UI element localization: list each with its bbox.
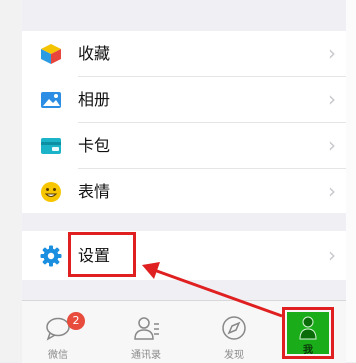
chevron-right-icon: › — [328, 133, 336, 157]
tab-label: 通讯录 — [131, 350, 161, 361]
menu-group-1: 收藏 › 相册 › 卡包 › 表情 › — [22, 31, 346, 213]
menu-item-label: 表情 — [78, 182, 111, 201]
menu-item-label: 相册 — [78, 90, 111, 109]
unread-badge: 2 — [67, 312, 85, 330]
tab-chats[interactable]: 2 微信 — [22, 301, 94, 363]
menu-item-label: 收藏 — [78, 44, 111, 63]
tab-contacts[interactable]: 通讯录 — [110, 301, 182, 363]
card-wallet-icon — [41, 138, 61, 154]
menu-item-label: 卡包 — [78, 136, 111, 155]
chevron-right-icon: › — [328, 179, 336, 203]
chevron-right-icon: › — [328, 41, 336, 65]
album-picture-icon — [41, 92, 61, 108]
settings-gear-icon — [40, 245, 62, 267]
menu-item-favorites[interactable]: 收藏 › — [22, 31, 346, 76]
favorites-cube-icon — [41, 44, 61, 64]
tab-discover[interactable]: 发现 — [198, 301, 270, 363]
tab-label: 发现 — [224, 350, 244, 361]
chevron-right-icon: › — [328, 87, 336, 111]
contacts-icon — [134, 317, 159, 340]
sticker-smiley-icon — [41, 182, 61, 202]
compass-icon — [222, 316, 246, 340]
menu-item-stickers[interactable]: 表情 › — [22, 169, 346, 214]
right-frame — [346, 0, 356, 362]
tab-label: 微信 — [48, 350, 68, 361]
menu-item-album[interactable]: 相册 › — [22, 77, 346, 122]
chevron-right-icon: › — [328, 243, 336, 267]
me-tab-highlight-box — [282, 307, 334, 359]
left-frame — [0, 0, 22, 362]
menu-item-card-wallet[interactable]: 卡包 › — [22, 123, 346, 168]
settings-highlight-box — [68, 232, 136, 277]
